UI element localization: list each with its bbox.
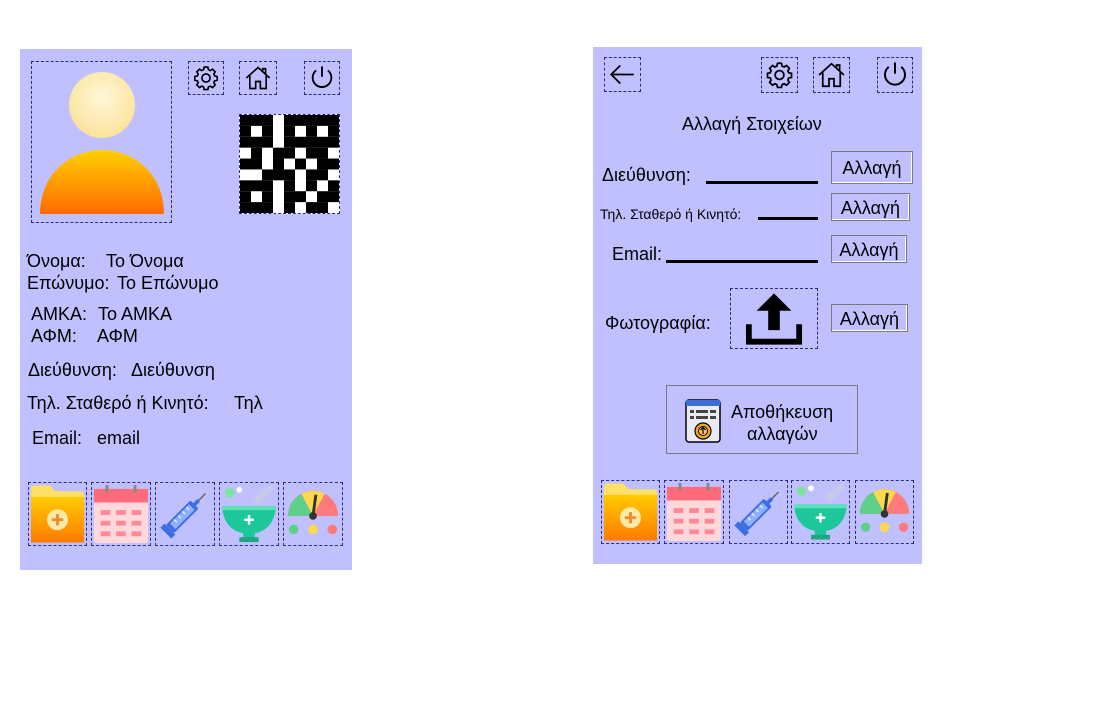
mortar-icon: [221, 485, 277, 543]
home-button[interactable]: [239, 61, 277, 95]
email-field[interactable]: [666, 260, 818, 263]
calendar-icon: [93, 485, 149, 543]
change-photo-button[interactable]: Αλλαγή: [831, 304, 908, 332]
profile-screen: Όνομα: Το Όνομα Επώνυμο: Το Επώνυμο ΑΜΚΑ…: [20, 49, 352, 570]
surname-label: Επώνυμο:: [27, 273, 110, 293]
change-phone-button[interactable]: Αλλαγή: [831, 193, 910, 221]
mood-gauge-icon: [859, 489, 910, 532]
gear-icon: [766, 62, 793, 89]
amka-label: ΑΜΚΑ:: [31, 304, 88, 324]
power-icon: [311, 66, 333, 88]
name-value: Το Όνομα: [106, 251, 184, 271]
settings-button[interactable]: [761, 57, 798, 93]
syringe-icon: [160, 492, 207, 539]
nav-pharmacy[interactable]: [219, 482, 279, 546]
calendar-icon: [666, 483, 722, 541]
email-label: Email:: [612, 244, 663, 264]
address-value: Διεύθυνση: [131, 360, 215, 380]
upload-photo-button[interactable]: [730, 288, 818, 349]
settings-button[interactable]: [188, 61, 224, 95]
address-label: Διεύθυνση:: [28, 360, 117, 380]
avatar[interactable]: [31, 61, 172, 223]
nav-mood[interactable]: [855, 480, 914, 544]
nav-calendar[interactable]: [91, 482, 151, 546]
avatar-icon: [40, 72, 164, 214]
save-changes-button[interactable]: Αποθήκευση αλλαγών: [666, 385, 858, 454]
phone-label: Τηλ. Σταθερό ή Κινητό:: [27, 393, 209, 413]
nav-mood[interactable]: [283, 482, 343, 546]
syringe-icon: [734, 491, 780, 537]
email-value: email: [97, 428, 141, 448]
back-button[interactable]: [604, 57, 641, 92]
change-address-button[interactable]: Αλλαγή: [831, 151, 913, 184]
surname-value: Το Επώνυμο: [117, 273, 219, 293]
nav-medical-folder[interactable]: [28, 482, 87, 546]
home-icon: [818, 62, 845, 88]
phone-value: Τηλ: [234, 393, 263, 413]
edit-screen: Αλλαγή Στοιχείων Διεύθυνση: Αλλαγή Τηλ. …: [593, 47, 922, 564]
phone-label: Τηλ. Σταθερό ή Κινητό:: [600, 206, 742, 222]
nav-vaccination[interactable]: [155, 482, 215, 546]
nav-pharmacy[interactable]: [791, 480, 850, 544]
page-title: Αλλαγή Στοιχείων: [682, 114, 822, 134]
nav-medical-folder[interactable]: [601, 480, 660, 544]
address-label: Διεύθυνση:: [602, 165, 691, 185]
save-label-line1: Αποθήκευση: [731, 402, 834, 422]
home-icon: [245, 66, 271, 90]
amka-value: Το ΑΜΚΑ: [98, 304, 173, 324]
photo-label: Φωτογραφία:: [605, 313, 711, 333]
mood-gauge-icon: [287, 490, 339, 535]
back-arrow-icon: [609, 64, 634, 85]
logout-button[interactable]: [304, 61, 340, 95]
home-button[interactable]: [813, 57, 850, 93]
medical-folder-icon: [30, 485, 85, 543]
nav-vaccination[interactable]: [729, 480, 788, 544]
email-label: Email:: [32, 428, 83, 448]
afm-label: ΑΦΜ:: [31, 326, 77, 346]
logout-button[interactable]: [877, 57, 913, 93]
qr-code-icon: [240, 115, 339, 213]
name-label: Όνομα:: [27, 251, 86, 271]
medical-folder-icon: [603, 483, 658, 541]
mortar-icon: [793, 483, 848, 540]
power-icon: [884, 62, 906, 86]
phone-field[interactable]: [758, 217, 818, 220]
change-email-button[interactable]: Αλλαγή: [831, 235, 907, 263]
afm-value: ΑΦΜ: [97, 326, 138, 346]
nav-calendar[interactable]: [664, 480, 724, 544]
qr-code: [239, 114, 340, 214]
address-field[interactable]: [706, 181, 818, 184]
save-label-line2: αλλαγών: [747, 424, 818, 444]
save-document-icon: [685, 399, 721, 443]
upload-icon: [745, 293, 803, 345]
gear-icon: [193, 66, 219, 91]
